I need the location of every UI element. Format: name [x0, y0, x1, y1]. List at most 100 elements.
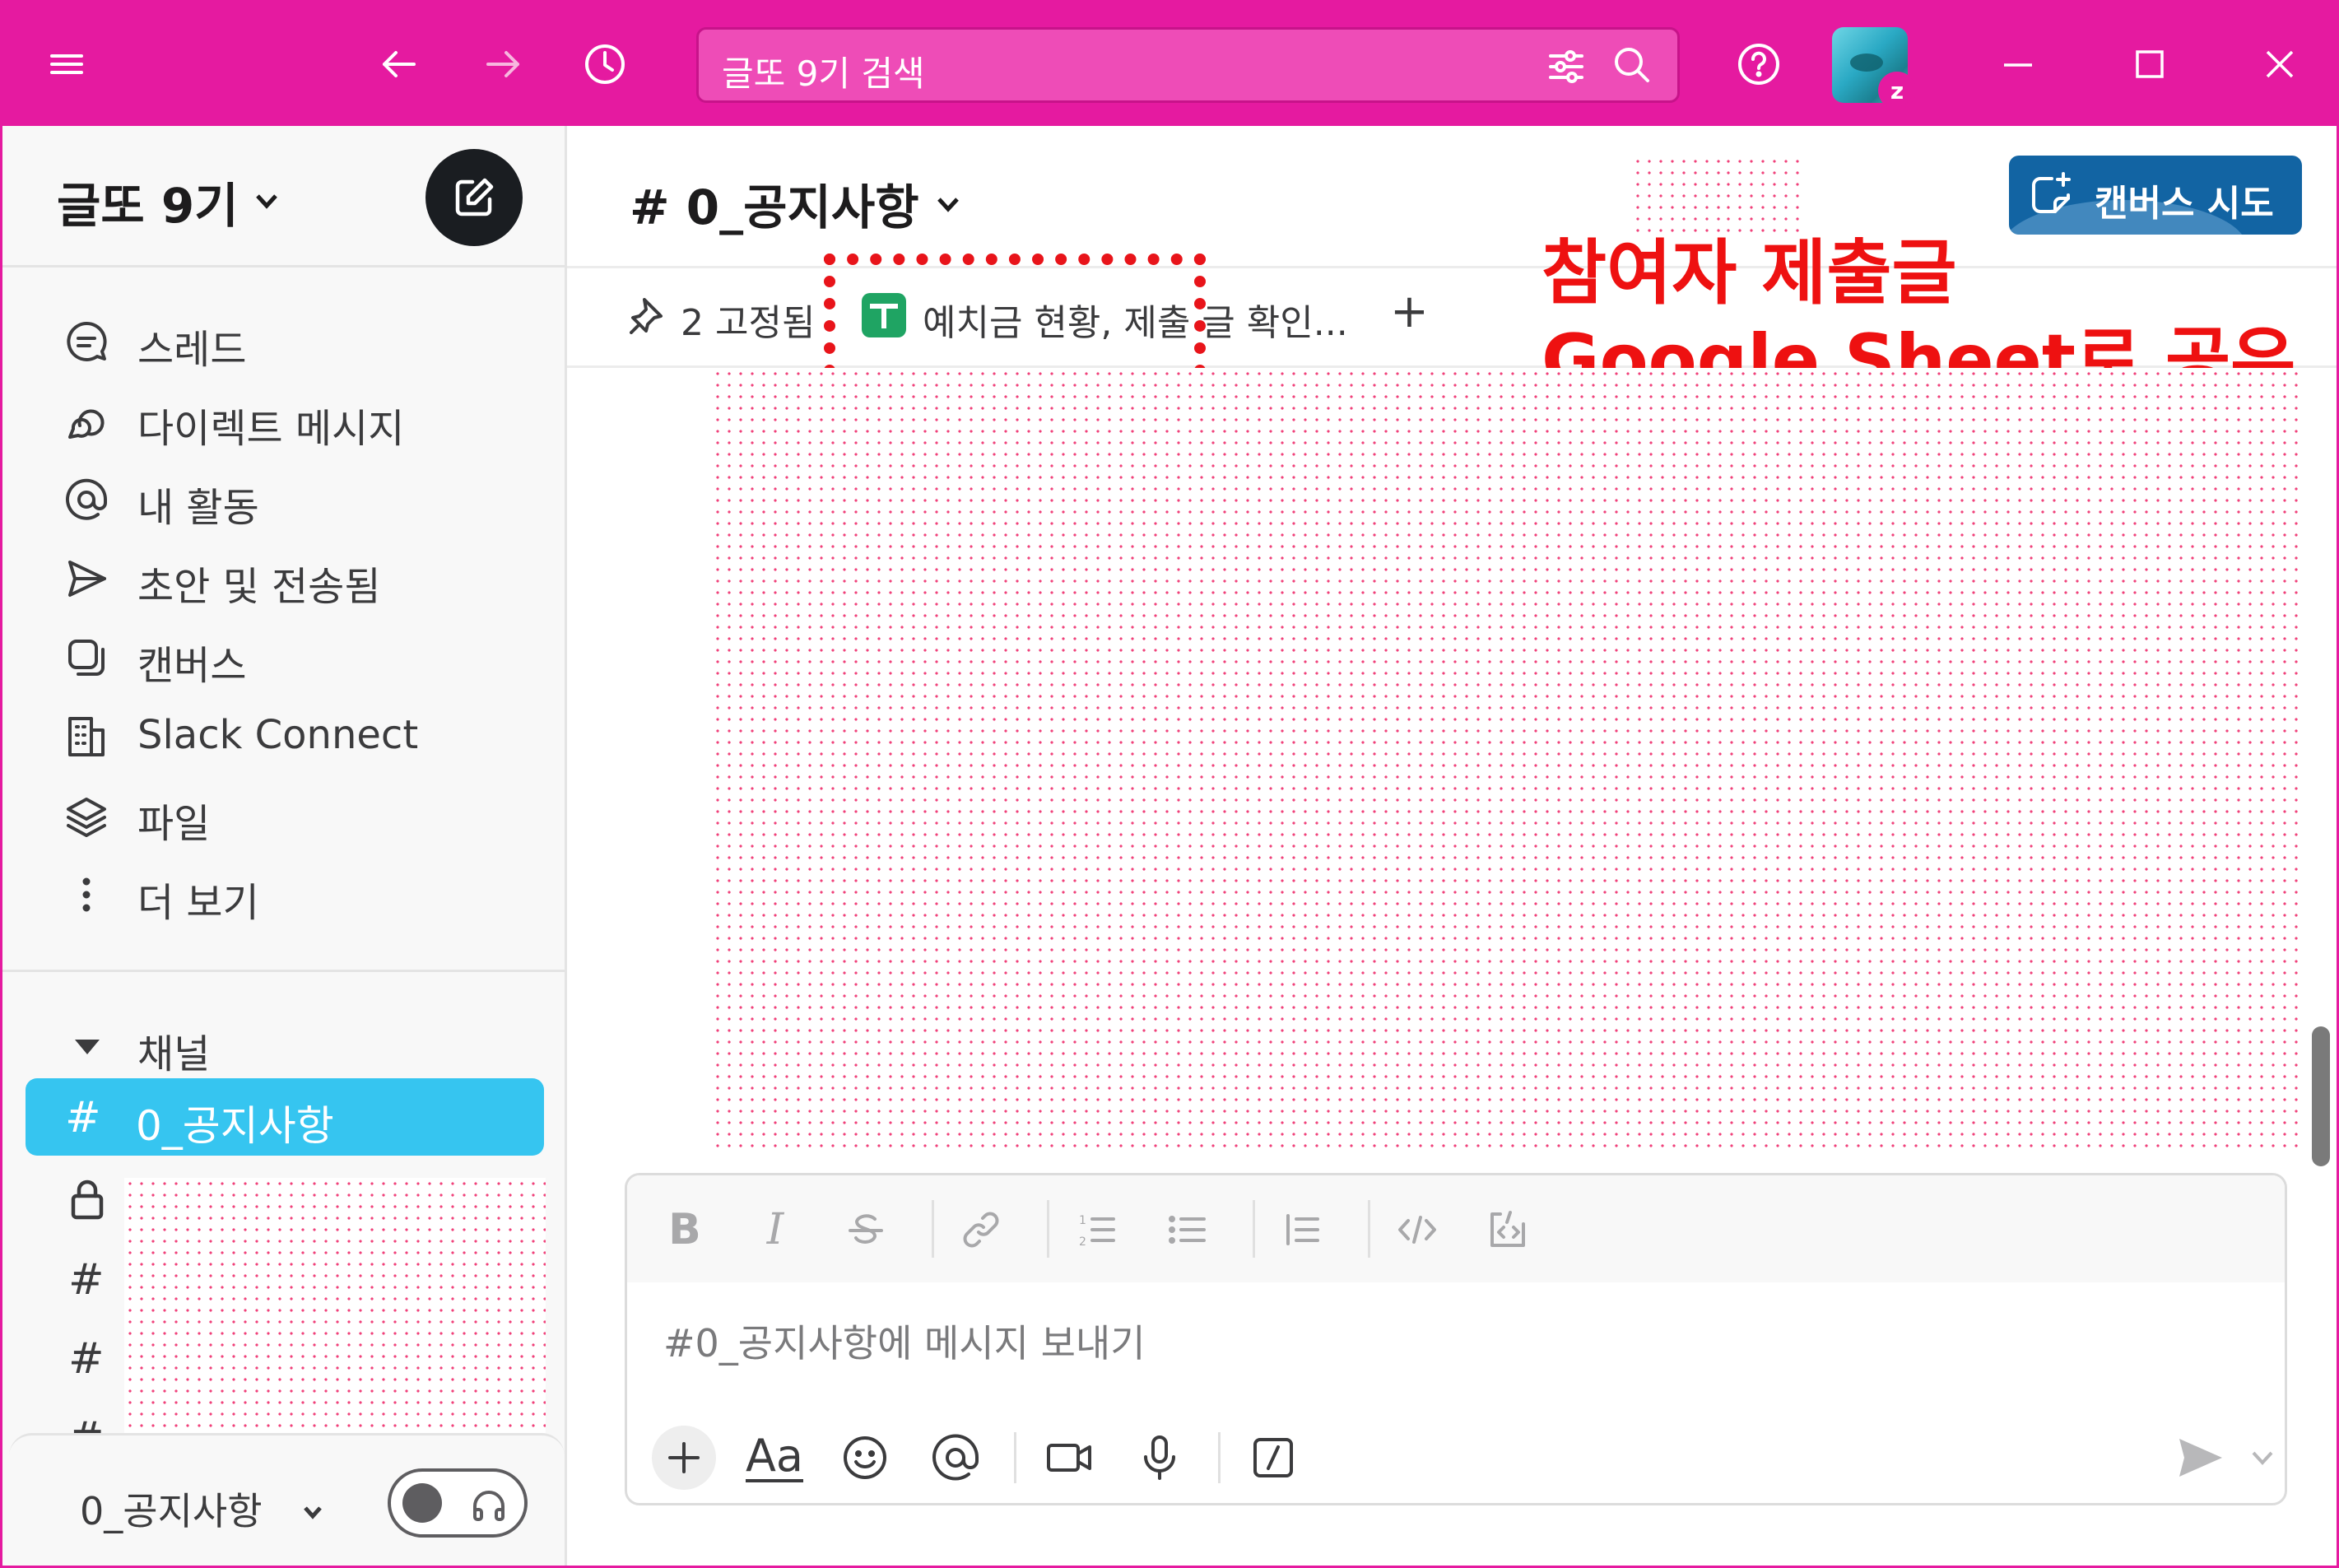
lock-icon	[67, 1176, 108, 1222]
sidebar-item-direct-messages[interactable]: 다이렉트 메시지	[2, 386, 565, 452]
microphone-icon[interactable]	[1128, 1426, 1192, 1490]
sidebar-footer: 0_공지사항	[9, 1433, 565, 1566]
formatting-toolbar: B I 12	[627, 1175, 2285, 1282]
sidebar-item-slack-connect[interactable]: Slack Connect	[2, 702, 565, 768]
search-placeholder: 글또 9기 검색	[722, 54, 925, 94]
sidebar-item-files[interactable]: 파일	[2, 781, 565, 847]
canvas-add-icon	[2025, 169, 2076, 220]
snooze-badge-icon: z	[1878, 72, 1916, 109]
toolbar-divider	[1253, 1200, 1255, 1258]
blockquote-icon[interactable]	[1277, 1205, 1327, 1254]
minimize-icon[interactable]	[1989, 35, 2047, 93]
history-icon[interactable]	[580, 40, 630, 89]
toolbar-divider	[932, 1200, 934, 1258]
send-icon[interactable]	[2174, 1432, 2225, 1483]
redacted-header-area	[1723, 156, 1800, 238]
close-icon[interactable]	[2251, 35, 2309, 93]
workspace-name[interactable]: 글또 9기	[57, 167, 239, 236]
compose-button[interactable]	[425, 149, 523, 246]
search-icon[interactable]	[1610, 43, 1654, 87]
sidebar-item-channel-active[interactable]: # 0_공지사항	[26, 1078, 544, 1156]
sidebar-item-label: 내 활동	[137, 485, 259, 531]
sidebar-item-label: 파일	[137, 801, 211, 847]
canvas-icon	[63, 635, 109, 681]
menu-icon[interactable]	[42, 40, 91, 89]
canvas-button-label: 캔버스 시도	[2095, 183, 2274, 225]
code-icon[interactable]	[1393, 1205, 1442, 1254]
hash-icon: #	[68, 1255, 105, 1305]
toolbar-divider	[1047, 1200, 1049, 1258]
svg-text:2: 2	[1079, 1235, 1086, 1249]
app-window: 글또 9기 검색 z 글또 9기 스레드 다이렉트 메시지 내 활동 초안 및 …	[0, 0, 2339, 1568]
help-icon[interactable]	[1734, 40, 1783, 89]
attach-plus-button[interactable]	[652, 1426, 716, 1490]
sidebar-item-canvas[interactable]: 캔버스	[2, 623, 565, 689]
search-bar[interactable]: 글또 9기 검색	[696, 27, 1680, 103]
redacted-messages-area	[712, 368, 2304, 1150]
annotation-line: 참여자 제출글	[1542, 232, 1957, 314]
try-canvas-button[interactable]: 캔버스 시도	[2009, 156, 2302, 235]
compose-icon	[455, 178, 494, 216]
forward-icon[interactable]	[478, 40, 528, 89]
huddle-toggle[interactable]	[388, 1468, 528, 1538]
svg-text:1: 1	[1079, 1214, 1086, 1227]
chevron-down-icon[interactable]	[2248, 1444, 2276, 1472]
avatar[interactable]: z	[1832, 27, 1916, 109]
sidebar-item-activity[interactable]: 내 활동	[2, 465, 565, 531]
code-block-icon[interactable]	[1483, 1205, 1532, 1254]
redacted-header-area	[1632, 156, 1723, 238]
pin-icon[interactable]	[626, 295, 666, 334]
channel-title[interactable]: # 0_공지사항	[630, 169, 919, 238]
sidebar-item-label: Slack Connect	[137, 712, 419, 758]
pinned-count[interactable]: 2 고정됨	[681, 293, 815, 346]
mention-icon[interactable]	[923, 1426, 988, 1490]
sidebar-item-more[interactable]: 더 보기	[2, 860, 565, 926]
channel-view: # 0_공지사항 캔버스 시도 2 고정됨 예치금 현황, 제출 글 확인...…	[567, 126, 2337, 1566]
caret-down-icon[interactable]	[75, 1040, 100, 1054]
sidebar-item-label: 캔버스	[137, 643, 247, 689]
maximize-icon[interactable]	[2121, 35, 2179, 93]
mention-icon	[63, 477, 109, 523]
send-icon	[63, 556, 109, 602]
direct-messages-icon	[63, 398, 109, 444]
hash-icon: #	[65, 1093, 101, 1142]
link-icon[interactable]	[956, 1205, 1006, 1254]
sidebar-item-label: 스레드	[137, 327, 247, 373]
italic-icon[interactable]: I	[751, 1205, 800, 1254]
strikethrough-icon[interactable]	[841, 1205, 890, 1254]
message-composer[interactable]: B I 12 #0_공지사항에 메시지 보내기 Aa	[625, 1173, 2287, 1505]
sidebar-item-drafts-sent[interactable]: 초안 및 전송됨	[2, 544, 565, 610]
video-icon[interactable]	[1037, 1426, 1101, 1490]
emoji-icon[interactable]	[833, 1426, 897, 1490]
hash-icon: #	[68, 1334, 105, 1384]
toggle-knob	[402, 1483, 442, 1523]
more-vertical-icon	[63, 872, 109, 918]
channel-name: 0_공지사항	[136, 1102, 334, 1150]
bullet-list-icon[interactable]	[1162, 1205, 1211, 1254]
slash-command-icon[interactable]	[1241, 1426, 1305, 1490]
divider	[2, 970, 565, 972]
scrollbar[interactable]	[2312, 1026, 2330, 1166]
toolbar-divider	[1218, 1432, 1221, 1483]
back-icon[interactable]	[374, 40, 424, 89]
channels-section-header[interactable]: 채널	[2, 1015, 565, 1081]
add-bookmark-button[interactable]: +	[1390, 285, 1429, 338]
sidebar-item-threads[interactable]: 스레드	[2, 307, 565, 373]
chevron-down-icon[interactable]	[934, 190, 962, 218]
chevron-down-icon[interactable]	[253, 187, 281, 215]
ordered-list-icon[interactable]: 12	[1072, 1205, 1121, 1254]
footer-channel-name[interactable]: 0_공지사항	[80, 1482, 263, 1536]
avatar-image	[1850, 54, 1883, 72]
formatting-toggle-button[interactable]: Aa	[742, 1426, 807, 1490]
sidebar: 글또 9기 스레드 다이렉트 메시지 내 활동 초안 및 전송됨 캔버스 Sla…	[2, 126, 567, 1566]
bold-icon[interactable]: B	[660, 1205, 709, 1254]
chevron-down-icon[interactable]	[300, 1500, 325, 1524]
toolbar-divider	[1368, 1200, 1370, 1258]
building-icon	[63, 714, 109, 760]
toolbar-divider	[1014, 1432, 1016, 1483]
filter-icon[interactable]	[1544, 44, 1588, 89]
headphones-icon	[468, 1485, 509, 1526]
layers-icon	[63, 793, 109, 839]
title-bar: 글또 9기 검색 z	[2, 2, 2337, 126]
message-input[interactable]: #0_공지사항에 메시지 보내기	[663, 1314, 1146, 1368]
